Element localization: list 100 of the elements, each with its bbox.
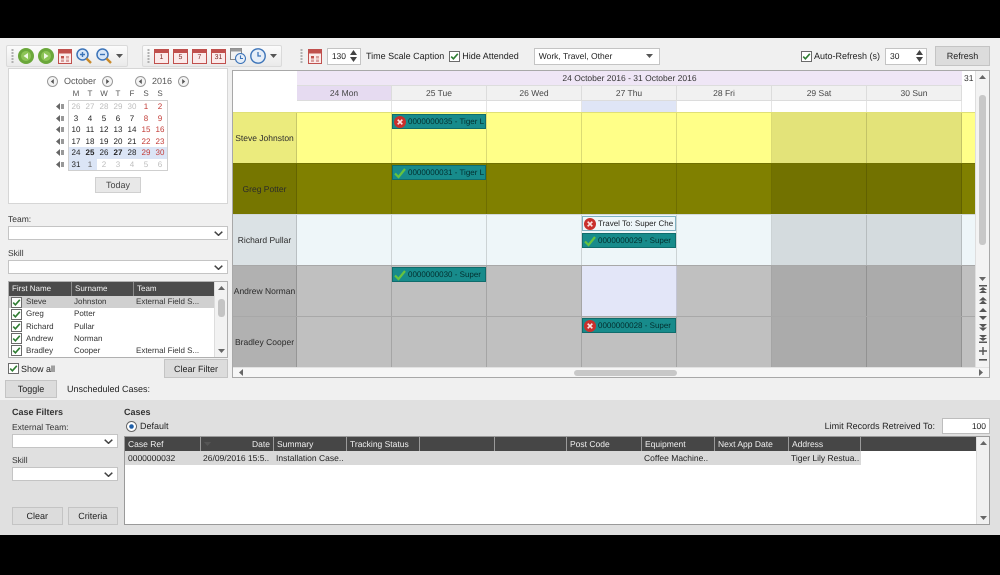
staff-row[interactable]: Bradley Cooper External Field S...	[9, 344, 214, 358]
case-row[interactable]: 0000000032 26/09/2016 15:5.. Installation Case.. Coffee Machine.. Tiger Lily Restua..	[125, 451, 861, 465]
filter-button[interactable]: Clear	[12, 507, 62, 525]
scroll-down-icon[interactable]	[979, 277, 986, 281]
calendar-day[interactable]: 14	[125, 124, 139, 136]
calendar-clock-icon[interactable]	[230, 48, 246, 64]
calendar-day[interactable]: 13	[111, 124, 125, 136]
radio-button[interactable]	[126, 420, 137, 432]
checkbox[interactable]	[11, 333, 22, 344]
resource-name[interactable]: Steve Johnston	[233, 113, 297, 163]
scrollbar[interactable]	[214, 282, 227, 357]
clear-filter-button[interactable]: Clear Filter	[164, 359, 228, 378]
schedule-cell[interactable]	[772, 113, 867, 163]
arrow-right-circle-icon[interactable]	[102, 76, 113, 86]
day-header[interactable]: 26 Wed	[487, 86, 582, 101]
calendar-day[interactable]: 20	[111, 136, 125, 147]
jump-top-icon[interactable]	[978, 285, 986, 293]
arrow-left-circle-icon[interactable]	[46, 76, 58, 86]
calendar-icon[interactable]	[58, 48, 72, 64]
refresh-button[interactable]: Refresh	[935, 46, 990, 66]
week-select-icon[interactable]	[56, 138, 64, 144]
calendar-day[interactable]: 21	[125, 136, 139, 147]
page-up-icon[interactable]	[978, 297, 986, 304]
schedule-cell[interactable]: 0000000031 - Tiger L	[392, 164, 487, 214]
day-header[interactable]: 29 Sat	[772, 86, 867, 101]
schedule-cell[interactable]	[867, 215, 962, 265]
checkbox[interactable]	[11, 345, 22, 356]
checkbox[interactable]	[449, 50, 460, 62]
scroll-up-icon[interactable]	[980, 441, 986, 445]
refresh-interval-spin-field[interactable]: 30	[885, 48, 927, 64]
schedule-cell[interactable]	[772, 164, 867, 214]
limit-records-field[interactable]: 100	[942, 418, 990, 434]
calendar-day[interactable]: 10	[69, 124, 83, 136]
schedule-cell[interactable]: 0000000028 - Super	[582, 317, 677, 367]
horizontal-scrollbar[interactable]	[233, 367, 989, 377]
schedule-cell[interactable]	[867, 317, 962, 367]
resource-name[interactable]: Richard Pullar	[233, 215, 297, 265]
scrollbar-thumb[interactable]	[574, 370, 677, 376]
day-header[interactable]: 30 Sun	[867, 86, 962, 101]
appointment[interactable]: 0000000029 - Super	[582, 233, 676, 248]
schedule-cell[interactable]: 0000000035 - Tiger L	[392, 113, 487, 163]
scroll-down-icon[interactable]	[218, 349, 224, 353]
week-select-icon[interactable]	[56, 160, 64, 168]
resource-name[interactable]: Andrew Norman	[233, 266, 297, 316]
scroll-up-icon[interactable]	[979, 75, 986, 79]
calendar-icon[interactable]	[308, 48, 322, 64]
schedule-cell[interactable]	[867, 113, 962, 163]
day-header[interactable]: 24 Mon	[297, 86, 392, 101]
column-header[interactable]: First Name	[9, 282, 71, 296]
calendar-day[interactable]: 8	[139, 112, 153, 124]
staff-row[interactable]: Andrew Norman	[9, 332, 214, 345]
staff-row[interactable]: Richard Pullar	[9, 320, 214, 333]
arrow-right-circle-icon[interactable]	[178, 76, 190, 86]
calendar-day[interactable]: 24	[69, 147, 83, 158]
calendar-day[interactable]: 22	[139, 136, 153, 147]
schedule-cell[interactable]	[582, 266, 677, 316]
calendar-day[interactable]: 2	[153, 101, 167, 112]
staff-row[interactable]: Steve Johnston External Field S...	[9, 296, 214, 308]
calendar-day[interactable]: 23	[153, 136, 167, 147]
staff-row[interactable]: Greg Potter	[9, 308, 214, 320]
checkbox[interactable]	[8, 363, 19, 374]
scrollbar-thumb[interactable]	[218, 299, 224, 317]
filter-button[interactable]: Criteria	[68, 507, 118, 525]
arrow-down-icon[interactable]	[978, 316, 986, 320]
caret-icon[interactable]	[270, 54, 277, 58]
calendar-day[interactable]: 25	[83, 147, 97, 158]
day-header[interactable]: 27 Thu	[582, 86, 677, 101]
scale-spin-field[interactable]: 130	[327, 48, 361, 64]
appointment[interactable]: 0000000028 - Super	[582, 318, 676, 333]
week-select-icon[interactable]	[56, 149, 64, 156]
week-select-icon[interactable]	[56, 126, 64, 133]
spin-arrows-icon[interactable]	[350, 50, 357, 62]
schedule-cell[interactable]	[772, 266, 867, 316]
calendar-day[interactable]: 4	[83, 112, 97, 124]
week-select-icon[interactable]	[56, 103, 64, 110]
calendar-day[interactable]: 11	[83, 124, 97, 136]
spin-arrows-icon[interactable]	[916, 50, 923, 62]
checkbox[interactable]	[11, 296, 22, 308]
schedule-cell[interactable]	[772, 215, 867, 265]
calendar-day[interactable]: 7	[125, 112, 139, 124]
caret-icon[interactable]	[116, 54, 123, 58]
checkbox[interactable]	[800, 50, 812, 62]
zoom-in-icon[interactable]	[76, 48, 92, 64]
scrollbar-thumb[interactable]	[979, 95, 986, 245]
day-header[interactable]: 25 Tue	[392, 86, 487, 101]
all-day-cell[interactable]	[582, 101, 677, 112]
arrow-left-circle-icon[interactable]	[134, 76, 146, 86]
calendar-day[interactable]: 6	[111, 112, 125, 124]
scroll-down-icon[interactable]	[980, 516, 986, 520]
calendar-day[interactable]: 1	[139, 101, 153, 112]
appointment[interactable]: Travel To: Super Che	[582, 216, 676, 231]
calendar-day[interactable]: 9	[153, 112, 167, 124]
appointment[interactable]: 0000000030 - Super	[392, 267, 486, 282]
scroll-up-icon[interactable]	[218, 286, 224, 290]
checkbox[interactable]	[11, 308, 22, 320]
calendar-day[interactable]: 12	[97, 124, 111, 136]
appointment[interactable]: 0000000035 - Tiger L	[392, 114, 486, 129]
calendar-day[interactable]: 16	[153, 124, 167, 136]
calendar-day[interactable]: 17	[69, 136, 83, 147]
column-header[interactable]: Case Ref	[125, 437, 200, 451]
